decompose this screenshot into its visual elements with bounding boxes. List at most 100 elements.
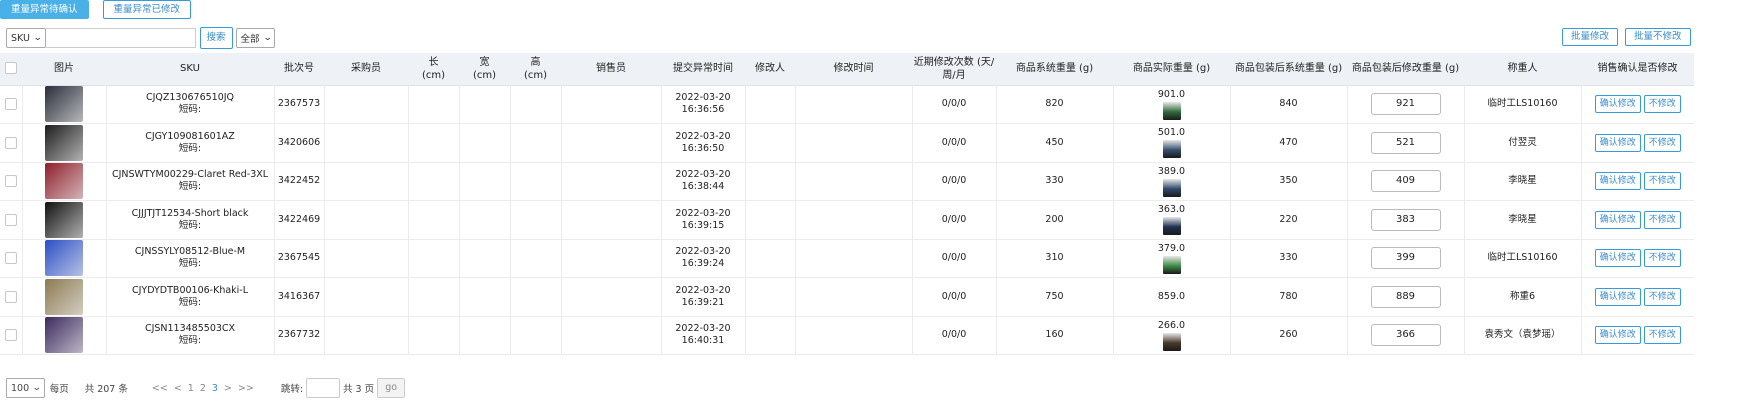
column-header: 宽 (cm) (459, 53, 510, 86)
package-modified-weight-input[interactable]: 383 (1370, 208, 1441, 231)
batch-modify-button[interactable]: 批量修改 (1562, 28, 1619, 46)
product-image[interactable] (45, 278, 83, 315)
search-field-select[interactable]: SKU ⌄ (6, 28, 46, 48)
row-checkbox[interactable] (4, 290, 17, 303)
width-cell (459, 316, 511, 355)
sku-text: CJQZ130676510JQ (145, 92, 235, 104)
weigh-photo-thumbnail[interactable] (1162, 332, 1181, 351)
system-weight: 450 (996, 123, 1114, 163)
next-page-link[interactable]: > (224, 383, 232, 394)
column-header: 长 (cm) (408, 53, 459, 86)
weigher: 临时工LS10160 (1464, 239, 1582, 278)
jump-page-input[interactable] (306, 378, 341, 398)
package-modified-weight-input[interactable]: 399 (1370, 247, 1441, 270)
package-modified-weight-cell: 409 (1347, 162, 1465, 201)
submit-date: 2022-03-20 (675, 246, 731, 258)
package-modified-weight-input[interactable]: 521 (1370, 131, 1441, 154)
row-checkbox[interactable] (4, 136, 17, 149)
salesperson-cell (561, 123, 662, 163)
submit-date: 2022-03-20 (675, 207, 731, 219)
height-cell (510, 162, 562, 201)
weigh-photo-thumbnail[interactable] (1162, 101, 1181, 120)
weigh-photo-thumbnail[interactable] (1162, 140, 1181, 159)
tab-weight-abnormal-pending[interactable]: 重量异常待确认 (0, 0, 89, 19)
column-header: 称重人 (1464, 53, 1581, 86)
page-link-1[interactable]: 1 (188, 383, 194, 394)
product-image[interactable] (45, 163, 83, 200)
package-modified-weight-cell: 383 (1347, 200, 1465, 240)
search-input[interactable] (45, 28, 196, 48)
row-checkbox[interactable] (4, 252, 17, 264)
package-modified-weight-input[interactable]: 889 (1370, 285, 1441, 308)
row-checkbox[interactable] (4, 175, 17, 187)
product-image[interactable] (45, 201, 83, 238)
actual-weight-cell: 901.0 (1113, 85, 1231, 124)
package-modified-weight-input[interactable]: 366 (1370, 324, 1441, 347)
sku-cell: CJNSSYLY08512-Blue-M 短码: (106, 239, 275, 278)
pagination: 100 ⌄ 每页 共 207 条 << < 1 2 3 > >> 跳转: 共 3… (6, 377, 406, 399)
package-system-weight: 470 (1230, 123, 1348, 163)
actual-weight-cell: 859.0 (1113, 277, 1231, 317)
actual-weight-cell: 501.0 (1113, 123, 1231, 163)
prev-page-link[interactable]: < (174, 383, 182, 394)
confirm-modify-button[interactable]: 确认修改 (1594, 326, 1641, 345)
product-image[interactable] (45, 240, 83, 277)
length-cell (408, 123, 460, 163)
package-modified-weight-input[interactable]: 921 (1370, 93, 1441, 116)
sku-cell: CJGY109081601AZ 短码: (106, 123, 275, 163)
row-checkbox[interactable] (4, 213, 17, 226)
row-checkbox[interactable] (4, 98, 17, 110)
no-modify-button[interactable]: 不修改 (1643, 326, 1681, 345)
submit-date: 2022-03-20 (675, 92, 731, 104)
select-all-checkbox[interactable] (5, 62, 17, 75)
confirm-modify-button[interactable]: 确认修改 (1594, 95, 1641, 114)
buyer-cell (324, 316, 409, 355)
batch-number: 3420606 (274, 123, 325, 163)
no-modify-button[interactable]: 不修改 (1643, 287, 1681, 306)
weigh-photo-thumbnail[interactable] (1162, 217, 1181, 236)
weigh-photo-thumbnail[interactable] (1162, 255, 1181, 274)
no-modify-button[interactable]: 不修改 (1643, 172, 1681, 191)
row-select-cell (0, 162, 23, 201)
confirm-modify-button[interactable]: 确认修改 (1594, 133, 1641, 152)
page-size-select[interactable]: 100 ⌄ (6, 378, 45, 398)
tab-weight-abnormal-modified[interactable]: 重量异常已修改 (102, 0, 192, 19)
confirm-modify-button[interactable]: 确认修改 (1594, 249, 1641, 268)
scope-select[interactable]: 全部 ⌄ (235, 28, 276, 48)
no-modify-button[interactable]: 不修改 (1643, 210, 1681, 229)
confirm-modify-button[interactable]: 确认修改 (1594, 210, 1641, 229)
no-modify-button[interactable]: 不修改 (1643, 249, 1681, 268)
confirm-modify-button[interactable]: 确认修改 (1594, 287, 1641, 306)
search-button[interactable]: 搜索 (199, 27, 233, 49)
no-modify-button[interactable]: 不修改 (1643, 133, 1681, 152)
sku-text: CJJJTJT12534-Short black (131, 207, 249, 219)
modify-time-cell (795, 239, 913, 278)
row-checkbox[interactable] (4, 329, 17, 341)
height-cell (510, 200, 562, 240)
last-page-link[interactable]: >> (238, 383, 254, 394)
no-modify-button[interactable]: 不修改 (1643, 95, 1681, 114)
sku-cell: CJNSWTYM00229-Claret Red-3XL 短码: (106, 162, 275, 201)
batch-no-modify-button[interactable]: 批量不修改 (1625, 28, 1691, 46)
modify-time-cell (795, 123, 913, 163)
submit-time-cell: 2022-03-20 16:36:50 (661, 123, 746, 163)
go-button[interactable]: go (377, 378, 406, 398)
short-code-label: 短码: (178, 296, 202, 308)
product-image[interactable] (45, 124, 83, 161)
actual-weight-cell: 266.0 (1113, 316, 1231, 355)
product-image-cell (22, 239, 107, 278)
actual-weight: 389.0 (1157, 165, 1186, 177)
weigh-photo-thumbnail[interactable] (1162, 178, 1181, 197)
page-link-2[interactable]: 2 (200, 383, 206, 394)
first-page-link[interactable]: << (152, 383, 168, 394)
actual-weight-cell: 363.0 (1113, 200, 1231, 240)
sku-cell: CJSN113485503CX 短码: (106, 316, 275, 355)
package-modified-weight-input[interactable]: 409 (1370, 170, 1441, 193)
page-link-3[interactable]: 3 (212, 383, 218, 394)
table-body: CJQZ130676510JQ 短码: 2367573 2022-03-20 16:36… (0, 85, 1694, 355)
sales-confirm-cell: 确认修改 不修改 (1581, 316, 1694, 355)
length-cell (408, 277, 460, 317)
confirm-modify-button[interactable]: 确认修改 (1594, 172, 1641, 191)
product-image[interactable] (45, 86, 83, 123)
product-image[interactable] (45, 317, 83, 354)
